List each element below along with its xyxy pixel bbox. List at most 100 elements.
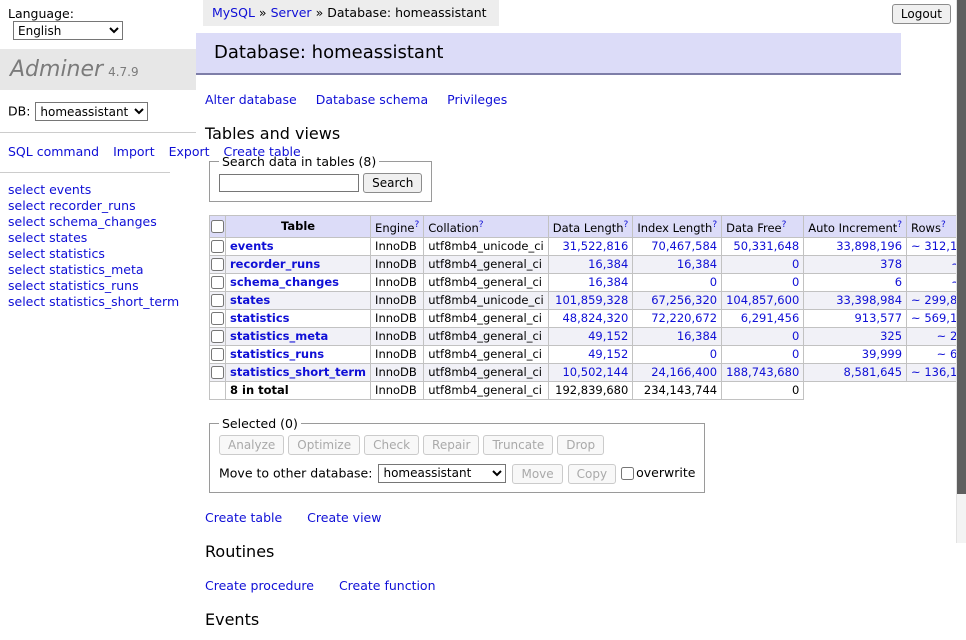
routine-create-link[interactable]: Create function <box>339 578 436 593</box>
table-name-link[interactable]: events <box>230 239 274 253</box>
index-length-link[interactable]: 16,384 <box>677 257 717 271</box>
table-name-link[interactable]: states <box>230 293 270 307</box>
data-free-link[interactable]: 0 <box>792 275 799 289</box>
data-free-link[interactable]: 0 <box>792 329 799 343</box>
table-name-link[interactable]: statistics_runs <box>230 347 324 361</box>
language-select[interactable]: English <box>13 21 123 40</box>
row-checkbox[interactable] <box>211 276 224 289</box>
table-name-link[interactable]: statistics_meta <box>230 329 328 343</box>
create-link[interactable]: Create table <box>205 510 282 525</box>
help-link[interactable]: ? <box>414 220 419 230</box>
database-action-link[interactable]: Alter database <box>205 92 297 107</box>
vertical-scrollbar[interactable] <box>956 0 966 543</box>
auto-increment-link[interactable]: 913,577 <box>854 311 902 325</box>
index-length-link[interactable]: 70,467,584 <box>651 239 717 253</box>
data-length-link[interactable]: 101,859,328 <box>555 293 628 307</box>
sidebar-item-select-table[interactable]: select recorder_runs <box>8 198 136 213</box>
row-checkbox-cell <box>210 291 226 309</box>
select-all-checkbox[interactable] <box>211 220 224 233</box>
sidebar-item-select-table[interactable]: select statistics_short_term <box>8 294 179 309</box>
sidebar-action-link[interactable]: Import <box>113 144 155 159</box>
data-length-link[interactable]: 48,824,320 <box>562 311 628 325</box>
database-action-link[interactable]: Privileges <box>447 92 507 107</box>
index-length-cell: 0 <box>633 345 722 363</box>
sidebar-item-select-table[interactable]: select schema_changes <box>8 214 157 229</box>
data-free-link[interactable]: 0 <box>792 257 799 271</box>
data-free-cell: 0 <box>722 327 804 345</box>
sidebar-item-select-table[interactable]: select statistics <box>8 246 105 261</box>
auto-increment-link[interactable]: 39,999 <box>862 347 902 361</box>
data-length-link[interactable]: 10,502,144 <box>562 365 628 379</box>
bulk-action-button[interactable]: Truncate <box>483 435 553 455</box>
row-checkbox[interactable] <box>211 348 224 361</box>
table-row: statistics_metaInnoDButf8mb4_general_ci4… <box>210 327 966 345</box>
sidebar-action-link[interactable]: SQL command <box>8 144 99 159</box>
help-link[interactable]: ? <box>479 220 484 230</box>
bulk-action-button[interactable]: Drop <box>557 435 604 455</box>
data-length-link[interactable]: 49,152 <box>588 329 628 343</box>
bulk-action-button[interactable]: Analyze <box>219 435 284 455</box>
data-length-link[interactable]: 16,384 <box>588 257 628 271</box>
create-link[interactable]: Create view <box>307 510 381 525</box>
help-link[interactable]: ? <box>941 220 946 230</box>
table-name-link[interactable]: statistics_short_term <box>230 365 366 379</box>
routine-create-link[interactable]: Create procedure <box>205 578 314 593</box>
data-free-link[interactable]: 6,291,456 <box>741 311 800 325</box>
data-length-link[interactable]: 16,384 <box>588 275 628 289</box>
table-name-link[interactable]: statistics <box>230 311 290 325</box>
row-checkbox[interactable] <box>211 366 224 379</box>
row-checkbox[interactable] <box>211 240 224 253</box>
auto-increment-link[interactable]: 8,581,645 <box>844 365 903 379</box>
help-link[interactable]: ? <box>782 220 787 230</box>
auto-increment-link[interactable]: 378 <box>880 257 902 271</box>
help-link[interactable]: ? <box>712 220 717 230</box>
row-checkbox[interactable] <box>211 312 224 325</box>
index-length-link[interactable]: 16,384 <box>677 329 717 343</box>
breadcrumb-link[interactable]: Server <box>271 5 312 20</box>
bulk-action-button[interactable]: Repair <box>423 435 479 455</box>
data-length-link[interactable]: 49,152 <box>588 347 628 361</box>
search-input[interactable] <box>219 174 359 192</box>
table-name-link[interactable]: schema_changes <box>230 275 339 289</box>
table-name-cell: statistics <box>226 309 371 327</box>
scrollbar-thumb[interactable] <box>957 0 966 494</box>
auto-increment-link[interactable]: 33,898,196 <box>836 239 902 253</box>
copy-button[interactable]: Copy <box>568 464 616 484</box>
sidebar-item-select-table[interactable]: select statistics_meta <box>8 262 144 277</box>
auto-increment-link[interactable]: 6 <box>895 275 902 289</box>
index-length-link[interactable]: 24,166,400 <box>651 365 717 379</box>
data-free-link[interactable]: 50,331,648 <box>733 239 799 253</box>
move-button[interactable]: Move <box>512 464 562 484</box>
database-action-link[interactable]: Database schema <box>316 92 428 107</box>
help-link[interactable]: ? <box>897 220 902 230</box>
index-length-link[interactable]: 0 <box>710 275 717 289</box>
index-length-link[interactable]: 72,220,672 <box>651 311 717 325</box>
sidebar-item-select-table[interactable]: select statistics_runs <box>8 278 139 293</box>
row-checkbox[interactable] <box>211 294 224 307</box>
index-length-link[interactable]: 0 <box>710 347 717 361</box>
db-select[interactable]: homeassistant <box>35 102 148 121</box>
bulk-action-button[interactable]: Optimize <box>288 435 360 455</box>
logout-button[interactable]: Logout <box>892 4 951 24</box>
data-free-link[interactable]: 188,743,680 <box>726 365 799 379</box>
index-length-link[interactable]: 67,256,320 <box>651 293 717 307</box>
column-help: ? <box>479 219 484 230</box>
auto-increment-link[interactable]: 33,398,984 <box>836 293 902 307</box>
table-name-link[interactable]: recorder_runs <box>230 257 320 271</box>
sidebar-item-select-table[interactable]: select states <box>8 230 87 245</box>
search-button[interactable]: Search <box>363 173 422 193</box>
data-free-link[interactable]: 0 <box>792 347 799 361</box>
breadcrumb-link[interactable]: MySQL <box>212 5 255 20</box>
total-data-length-cell: 192,839,680 <box>548 381 633 399</box>
auto-increment-link[interactable]: 325 <box>880 329 902 343</box>
data-free-link[interactable]: 104,857,600 <box>726 293 799 307</box>
row-checkbox[interactable] <box>211 258 224 271</box>
move-db-select[interactable]: homeassistant <box>378 464 506 483</box>
auto-increment-cell: 8,581,645 <box>804 363 907 381</box>
overwrite-checkbox[interactable] <box>621 467 634 480</box>
help-link[interactable]: ? <box>624 220 629 230</box>
row-checkbox[interactable] <box>211 330 224 343</box>
sidebar-item-select-table[interactable]: select events <box>8 182 91 197</box>
bulk-action-button[interactable]: Check <box>364 435 419 455</box>
data-length-link[interactable]: 31,522,816 <box>562 239 628 253</box>
